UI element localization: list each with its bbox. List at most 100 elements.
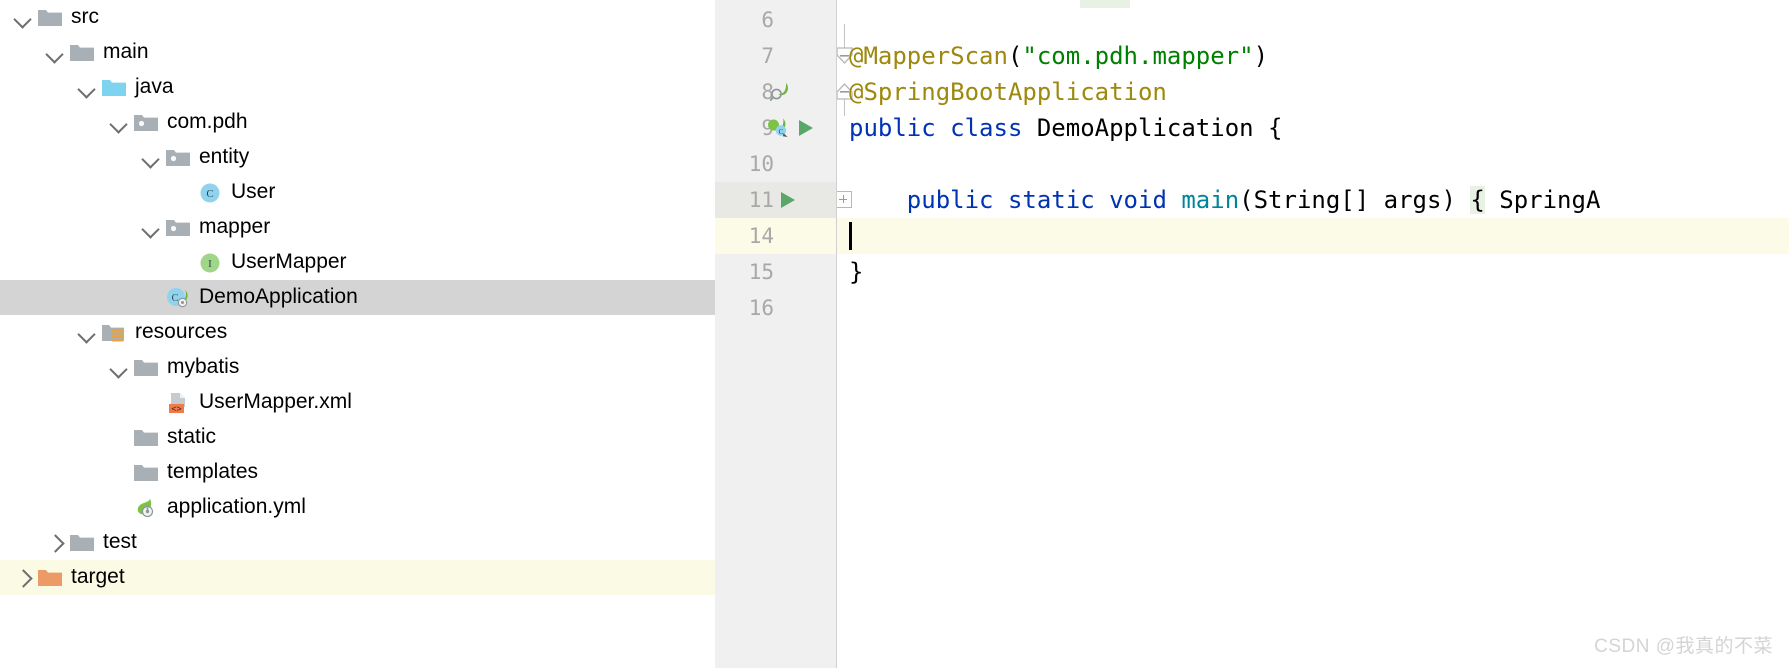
tree-row[interactable]: src bbox=[0, 0, 715, 35]
tree-row[interactable]: target bbox=[0, 560, 715, 595]
chevron-down-icon[interactable] bbox=[74, 75, 100, 101]
tree-row[interactable]: C User bbox=[0, 175, 715, 210]
folder-package-icon bbox=[132, 111, 160, 135]
tree-row[interactable]: <> UserMapper.xml bbox=[0, 385, 715, 420]
code-token: ( bbox=[1007, 42, 1023, 70]
tree-node-label: src bbox=[71, 4, 99, 28]
code-line: public class DemoApplication { bbox=[849, 110, 1283, 146]
chevron-down-icon[interactable] bbox=[138, 145, 164, 171]
chevron-down-icon[interactable] bbox=[74, 320, 100, 346]
twisty-placeholder bbox=[170, 250, 196, 276]
chevron-down-icon[interactable] bbox=[106, 110, 132, 136]
project-tree-panel[interactable]: src main java com.pdh entity C User mapper I User… bbox=[0, 0, 715, 668]
tree-node-label: main bbox=[103, 39, 149, 63]
spring-search-icon[interactable] bbox=[767, 81, 793, 103]
text-caret bbox=[849, 222, 852, 250]
tree-row[interactable]: mybatis bbox=[0, 350, 715, 385]
tree-node-label: resources bbox=[135, 319, 228, 343]
svg-text:C: C bbox=[206, 188, 213, 200]
code-token: { bbox=[1470, 186, 1485, 214]
editor-gutter[interactable]: 6 7 8 9 C 10 11 14 15 16 bbox=[715, 0, 837, 668]
brace-highlight-top bbox=[1080, 0, 1130, 8]
tree-row[interactable]: com.pdh bbox=[0, 105, 715, 140]
code-token: SpringA bbox=[1484, 186, 1601, 214]
run-icon[interactable] bbox=[781, 192, 795, 208]
code-token: (String[] args) bbox=[1239, 186, 1471, 214]
tree-node-label: UserMapper.xml bbox=[199, 389, 352, 413]
java-class-icon: C bbox=[196, 181, 224, 205]
tree-row[interactable]: templates bbox=[0, 455, 715, 490]
java-interface-icon: I bbox=[196, 251, 224, 275]
tree-node-label: mapper bbox=[199, 214, 271, 238]
tree-node-label: test bbox=[103, 529, 137, 553]
code-line: } bbox=[849, 254, 863, 290]
tree-node-label: static bbox=[167, 424, 217, 448]
folder-resources-icon bbox=[100, 321, 128, 345]
code-token: "com.pdh.mapper" bbox=[1022, 42, 1254, 70]
twisty-placeholder bbox=[138, 390, 164, 416]
gutter-current-line bbox=[715, 218, 836, 254]
ide-window: src main java com.pdh entity C User mapper I User… bbox=[0, 0, 1789, 668]
tree-node-label: DemoApplication bbox=[199, 284, 358, 308]
folder-gray-icon bbox=[132, 356, 160, 380]
tree-node-label: templates bbox=[167, 459, 259, 483]
svg-text:<>: <> bbox=[171, 404, 181, 414]
code-line: public static void main(String[] args) {… bbox=[849, 182, 1600, 218]
tree-node-label: mybatis bbox=[167, 354, 240, 378]
line-number: 14 bbox=[748, 224, 774, 248]
xml-file-icon: <> bbox=[164, 391, 192, 415]
twisty-placeholder bbox=[106, 425, 132, 451]
folder-gray-icon bbox=[68, 41, 96, 65]
chevron-right-icon[interactable] bbox=[42, 530, 68, 556]
twisty-placeholder bbox=[170, 180, 196, 206]
chevron-down-icon[interactable] bbox=[106, 355, 132, 381]
spring-bean-icon[interactable]: C bbox=[767, 117, 793, 139]
chevron-right-icon[interactable] bbox=[10, 565, 36, 591]
spring-yml-icon bbox=[132, 496, 160, 520]
code-token: main bbox=[1181, 186, 1240, 214]
code-line: @MapperScan("com.pdh.mapper") bbox=[849, 38, 1268, 74]
tree-node-label: entity bbox=[199, 144, 250, 168]
tree-row[interactable]: application.yml bbox=[0, 490, 715, 525]
tree-row[interactable]: entity bbox=[0, 140, 715, 175]
tree-row[interactable]: java bbox=[0, 70, 715, 105]
tree-row[interactable]: main bbox=[0, 35, 715, 70]
code-token: static bbox=[1007, 186, 1095, 214]
tree-node-label: java bbox=[135, 74, 174, 98]
code-line: @SpringBootApplication bbox=[849, 74, 1167, 110]
tree-node-label: target bbox=[71, 564, 125, 588]
run-icon[interactable] bbox=[799, 120, 813, 136]
code-token: class bbox=[950, 114, 1023, 142]
code-editor[interactable]: 6 7 8 9 C 10 11 14 15 16 @MapperScan("com.pdh.map… bbox=[715, 0, 1789, 668]
code-token: public bbox=[849, 114, 936, 142]
code-text-area[interactable]: @MapperScan("com.pdh.mapper") @SpringBoot… bbox=[837, 0, 1789, 668]
line-number: 6 bbox=[761, 8, 774, 32]
tree-node-label: UserMapper bbox=[231, 249, 347, 273]
tree-row[interactable]: resources bbox=[0, 315, 715, 350]
line-number: 16 bbox=[748, 296, 774, 320]
tree-node-label: com.pdh bbox=[167, 109, 248, 133]
code-token: public bbox=[906, 186, 994, 214]
tree-node-label: User bbox=[231, 179, 276, 203]
gutter-line-band bbox=[715, 182, 836, 218]
current-line-highlight bbox=[837, 218, 1789, 254]
tree-row[interactable]: test bbox=[0, 525, 715, 560]
chevron-down-icon[interactable] bbox=[42, 40, 68, 66]
twisty-placeholder bbox=[106, 495, 132, 521]
tree-row[interactable]: static bbox=[0, 420, 715, 455]
tree-row[interactable]: I UserMapper bbox=[0, 245, 715, 280]
tree-row[interactable]: C DemoApplication bbox=[0, 280, 715, 315]
line-number: 7 bbox=[761, 44, 774, 68]
folder-gray-icon bbox=[68, 531, 96, 555]
code-token: ) bbox=[1253, 42, 1269, 70]
tree-row[interactable]: mapper bbox=[0, 210, 715, 245]
fold-region-line bbox=[843, 24, 846, 48]
chevron-down-icon[interactable] bbox=[138, 215, 164, 241]
line-number: 10 bbox=[748, 152, 774, 176]
chevron-down-icon[interactable] bbox=[10, 5, 36, 31]
folder-package-icon bbox=[164, 146, 192, 170]
